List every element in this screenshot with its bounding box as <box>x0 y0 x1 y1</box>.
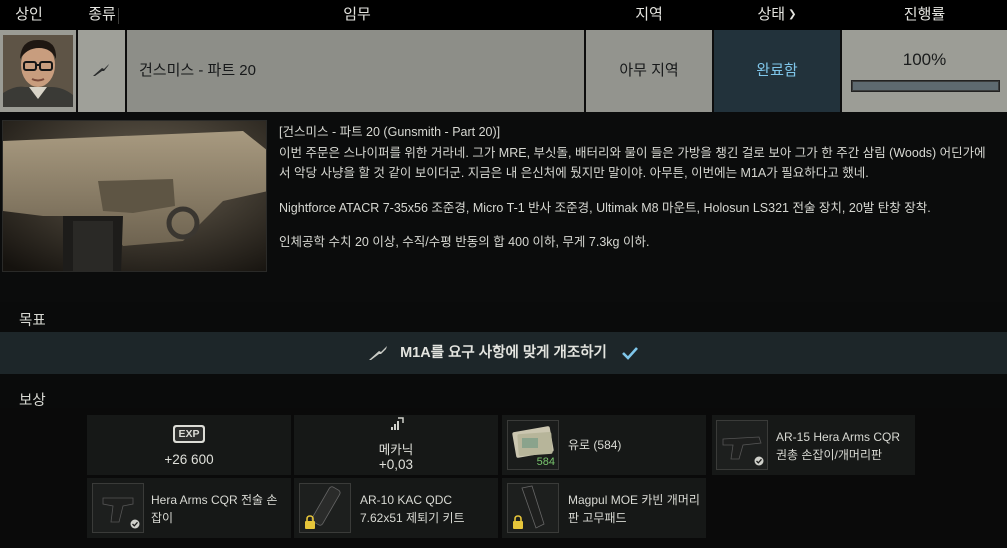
exp-badge: EXP <box>173 425 205 443</box>
quest-row[interactable]: 건스미스 - 파트 20 아무 지역 완료함 100% <box>0 30 1007 112</box>
quest-description-area: [건스미스 - 파트 20 (Gunsmith - Part 20)] 이번 주… <box>0 112 1007 302</box>
check-icon <box>622 347 639 360</box>
pistol-grip-icon <box>716 420 768 470</box>
suppressor-icon <box>299 483 351 533</box>
check-icon <box>130 519 140 529</box>
quest-description: [건스미스 - 파트 20 (Gunsmith - Part 20)] 이번 주… <box>279 122 991 267</box>
reward-item-tactical-grip[interactable]: Hera Arms CQR 전술 손잡이 <box>87 478 291 538</box>
header-status-label: 상태 <box>757 6 786 23</box>
header-trader[interactable]: 상인 <box>0 0 58 30</box>
skill-up-icon <box>391 417 404 430</box>
reward-skill: 메카닉 +0,03 <box>294 415 498 475</box>
description-paragraph-2: Nightforce ATACR 7-35x56 조준경, Micro T-1 … <box>279 200 931 215</box>
trader-cell <box>0 30 76 112</box>
objectives-label: 목표 <box>19 313 46 329</box>
quest-image <box>2 120 267 272</box>
reward-item-suppressor-kit[interactable]: AR-10 KAC QDC 7.62x51 제퇴기 키트 <box>294 478 498 538</box>
header-location[interactable]: 지역 <box>586 0 712 30</box>
exp-value: +26 600 <box>164 452 214 467</box>
quest-location: 아무 지역 <box>619 62 679 79</box>
title-cell: 건스미스 - 파트 20 <box>127 30 584 112</box>
reward-item-buttpad[interactable]: Magpul MOE 카빈 개머리판 고무패드 <box>502 478 706 538</box>
quest-status: 완료함 <box>756 62 798 79</box>
header-progress[interactable]: 진행률 <box>842 0 1007 30</box>
header-divider <box>118 8 119 24</box>
item-name: AR-10 KAC QDC 7.62x51 제퇴기 키트 <box>360 493 465 525</box>
quest-table-header: 상인 종류 임무 지역 상태 ❯ 진행률 <box>0 0 1007 30</box>
description-paragraph-1: 이번 주문은 스나이퍼를 위한 거라네. 그가 MRE, 부싯돌, 배터리와 물… <box>279 145 986 181</box>
money-label: 유로 (584) <box>568 438 622 452</box>
rewards-label: 보상 <box>19 393 46 409</box>
description-paragraph-3: 인체공학 수치 20 이상, 수직/수평 반동의 합 400 이하, 무게 7.… <box>279 235 650 249</box>
quest-title: 건스미스 - 파트 20 <box>139 62 256 79</box>
progress-bar-fill <box>853 82 998 90</box>
chevron-down-icon: ❯ <box>788 9 797 20</box>
lock-icon <box>513 515 523 529</box>
tactical-grip-icon <box>92 483 144 533</box>
money-count: 584 <box>536 456 555 468</box>
location-cell: 아무 지역 <box>586 30 712 112</box>
rifle-type-icon <box>93 64 109 76</box>
header-status[interactable]: 상태 ❯ <box>714 0 840 30</box>
progress-label: 100% <box>902 50 947 69</box>
header-type[interactable]: 종류 <box>76 0 128 30</box>
progress-bar <box>851 80 1000 92</box>
objective-text: M1A를 요구 사항에 맞게 개조하기 <box>400 345 607 361</box>
reward-item-ar15-grip[interactable]: AR-15 Hera Arms CQR 권총 손잡이/개머리판 <box>712 415 915 475</box>
item-name: Magpul MOE 카빈 개머리판 고무패드 <box>568 493 700 525</box>
item-name: AR-15 Hera Arms CQR 권총 손잡이/개머리판 <box>776 430 901 462</box>
check-icon <box>754 456 764 466</box>
objective-item[interactable]: M1A를 요구 사항에 맞게 개조하기 <box>0 332 1007 374</box>
type-cell <box>78 30 125 112</box>
item-name: Hera Arms CQR 전술 손잡이 <box>151 493 278 525</box>
rifle-icon <box>368 346 387 360</box>
reward-money[interactable]: 584 유로 (584) <box>502 415 706 475</box>
buttpad-icon <box>507 483 559 533</box>
lock-icon <box>305 515 315 529</box>
header-task[interactable]: 임무 <box>128 0 586 30</box>
reward-exp: EXP +26 600 <box>87 415 291 475</box>
euro-item-icon: 584 <box>507 420 559 470</box>
status-cell: 완료함 <box>714 30 840 112</box>
exp-badge-label: EXP <box>175 427 203 441</box>
progress-cell: 100% <box>842 30 1007 112</box>
description-title: [건스미스 - 파트 20 (Gunsmith - Part 20)] <box>279 125 501 139</box>
skill-value: +0,03 <box>378 457 414 472</box>
trader-portrait <box>3 35 73 107</box>
skill-name: 메카닉 <box>378 443 414 457</box>
